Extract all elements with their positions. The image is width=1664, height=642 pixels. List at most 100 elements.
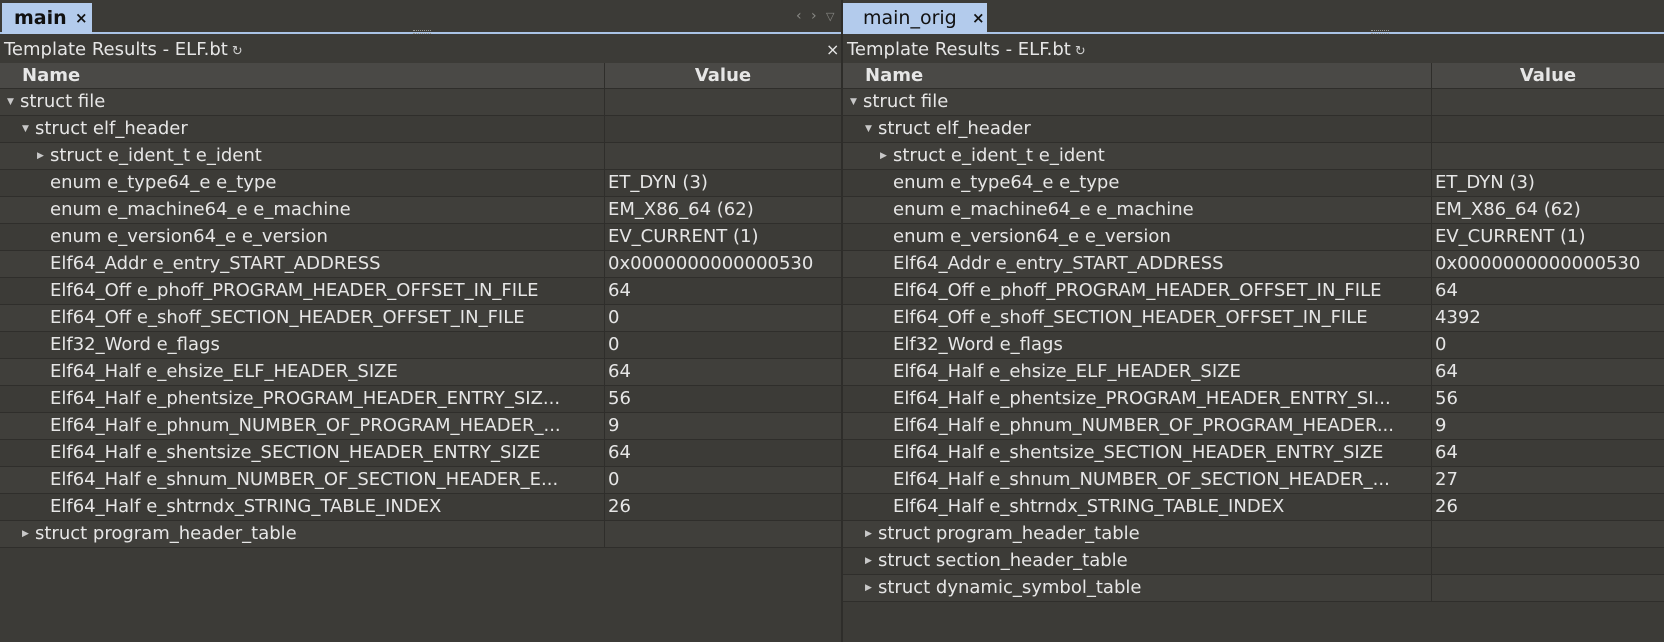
table-row[interactable]: Elf64_Half e_shtrndx_STRING_TABLE_INDEX 2… xyxy=(0,494,841,521)
table-row[interactable]: Elf32_Word e_flags 0 xyxy=(843,332,1664,359)
table-row[interactable]: Elf64_Addr e_entry_START_ADDRESS 0x000000… xyxy=(0,251,841,278)
left-editor-pane: main × ‹ › ▽ Template Results - ELF.bt ↻ … xyxy=(0,0,841,642)
table-row[interactable]: Elf64_Half e_shentsize_SECTION_HEADER_EN… xyxy=(843,440,1664,467)
table-row[interactable]: ▶ struct e_ident_t e_ident xyxy=(0,143,841,170)
expand-arrow-icon[interactable]: ▶ xyxy=(880,143,887,169)
row-name: Elf64_Addr e_entry_START_ADDRESS xyxy=(893,253,1224,274)
table-row[interactable]: ▼ struct file xyxy=(843,89,1664,116)
tab-close-icon[interactable]: × xyxy=(75,3,88,34)
column-divider xyxy=(1431,386,1432,412)
column-divider xyxy=(604,521,605,547)
tab-scroll-left-icon[interactable]: ‹ xyxy=(796,8,802,24)
row-value: EV_CURRENT (1) xyxy=(608,226,759,247)
row-name: Elf64_Half e_shtrndx_STRING_TABLE_INDEX xyxy=(893,496,1285,517)
column-divider xyxy=(604,251,605,277)
table-header: Name Value xyxy=(0,63,841,89)
table-row[interactable]: ▶ struct e_ident_t e_ident xyxy=(843,143,1664,170)
column-divider xyxy=(604,359,605,385)
table-row[interactable]: Elf64_Half e_ehsize_ELF_HEADER_SIZE 64 xyxy=(0,359,841,386)
column-divider xyxy=(604,305,605,331)
table-row[interactable]: Elf64_Half e_shentsize_SECTION_HEADER_EN… xyxy=(0,440,841,467)
collapse-arrow-icon[interactable]: ▼ xyxy=(865,116,872,142)
row-name: Elf64_Half e_phentsize_PROGRAM_HEADER_EN… xyxy=(50,388,561,409)
tab-close-icon[interactable]: × xyxy=(972,3,985,34)
table-row[interactable]: Elf64_Off e_phoff_PROGRAM_HEADER_OFFSET_… xyxy=(0,278,841,305)
expand-arrow-icon[interactable]: ▶ xyxy=(865,575,872,601)
table-row[interactable]: enum e_version64_e e_version EV_CURRENT (… xyxy=(843,224,1664,251)
tab-main-orig[interactable]: main_orig × xyxy=(843,3,987,34)
table-row[interactable]: ▼ struct file xyxy=(0,89,841,116)
row-value: 26 xyxy=(608,496,631,517)
table-row[interactable]: Elf64_Off e_phoff_PROGRAM_HEADER_OFFSET_… xyxy=(843,278,1664,305)
table-row[interactable]: ▶ struct section_header_table xyxy=(843,548,1664,575)
table-row[interactable]: Elf64_Half e_shnum_NUMBER_OF_SECTION_HEA… xyxy=(0,467,841,494)
row-value: 26 xyxy=(1435,496,1458,517)
table-row[interactable]: Elf64_Off e_shoff_SECTION_HEADER_OFFSET_… xyxy=(0,305,841,332)
refresh-icon[interactable]: ↻ xyxy=(1075,44,1086,59)
table-row[interactable]: enum e_type64_e e_type ET_DYN (3) xyxy=(843,170,1664,197)
table-row[interactable]: ▼ struct elf_header xyxy=(0,116,841,143)
expand-arrow-icon[interactable]: ▶ xyxy=(865,548,872,574)
table-row[interactable]: enum e_machine64_e e_machine EM_X86_64 (6… xyxy=(0,197,841,224)
tab-list-dropdown-icon[interactable]: ▽ xyxy=(826,10,834,23)
tab-main[interactable]: main × xyxy=(2,3,92,34)
collapse-arrow-icon[interactable]: ▼ xyxy=(7,89,14,115)
collapse-arrow-icon[interactable]: ▼ xyxy=(850,89,857,115)
row-value: 64 xyxy=(608,361,631,382)
column-header-name[interactable]: Name xyxy=(22,63,80,89)
expand-arrow-icon[interactable]: ▶ xyxy=(22,521,29,547)
column-divider xyxy=(604,224,605,250)
row-value: ET_DYN (3) xyxy=(1435,172,1535,193)
table-row[interactable]: Elf32_Word e_flags 0 xyxy=(0,332,841,359)
row-name: struct elf_header xyxy=(878,118,1031,139)
resize-grip-icon[interactable] xyxy=(1371,30,1389,34)
column-divider xyxy=(604,197,605,223)
table-row[interactable]: Elf64_Half e_shtrndx_STRING_TABLE_INDEX 2… xyxy=(843,494,1664,521)
column-divider xyxy=(604,89,605,115)
column-divider xyxy=(1431,224,1432,250)
table-row[interactable]: ▶ struct program_header_table xyxy=(843,521,1664,548)
expand-arrow-icon[interactable]: ▶ xyxy=(37,143,44,169)
table-row[interactable]: Elf64_Half e_shnum_NUMBER_OF_SECTION_HEA… xyxy=(843,467,1664,494)
row-value: 64 xyxy=(1435,361,1458,382)
collapse-arrow-icon[interactable]: ▼ xyxy=(22,116,29,142)
row-value: 64 xyxy=(608,280,631,301)
table-row[interactable]: Elf64_Half e_phnum_NUMBER_OF_PROGRAM_HEA… xyxy=(0,413,841,440)
refresh-icon[interactable]: ↻ xyxy=(232,44,243,59)
column-divider[interactable] xyxy=(1431,63,1432,88)
table-row[interactable]: ▼ struct elf_header xyxy=(843,116,1664,143)
row-value: 27 xyxy=(1435,469,1458,490)
right-editor-pane: main_orig × Template Results - ELF.bt ↻ N… xyxy=(843,0,1664,642)
column-divider xyxy=(1431,170,1432,196)
table-row[interactable]: ▶ struct dynamic_symbol_table xyxy=(843,575,1664,602)
table-row[interactable]: Elf64_Half e_ehsize_ELF_HEADER_SIZE 64 xyxy=(843,359,1664,386)
column-divider xyxy=(1431,89,1432,115)
row-name: Elf64_Half e_shnum_NUMBER_OF_SECTION_HEA… xyxy=(50,469,559,490)
table-row[interactable]: Elf64_Half e_phnum_NUMBER_OF_PROGRAM_HEA… xyxy=(843,413,1664,440)
table-row[interactable]: enum e_type64_e e_type ET_DYN (3) xyxy=(0,170,841,197)
table-row[interactable]: enum e_version64_e e_version EV_CURRENT (… xyxy=(0,224,841,251)
column-divider xyxy=(1431,116,1432,142)
column-header-value[interactable]: Value xyxy=(605,63,841,89)
column-divider xyxy=(1431,548,1432,574)
resize-grip-icon[interactable] xyxy=(413,30,431,34)
table-row[interactable]: ▶ struct program_header_table xyxy=(0,521,841,548)
row-name: enum e_machine64_e e_machine xyxy=(50,199,351,220)
column-header-value[interactable]: Value xyxy=(1432,63,1664,89)
expand-arrow-icon[interactable]: ▶ xyxy=(865,521,872,547)
table-header: Name Value xyxy=(843,63,1664,89)
column-header-name[interactable]: Name xyxy=(865,63,923,89)
table-row[interactable]: Elf64_Addr e_entry_START_ADDRESS 0x000000… xyxy=(843,251,1664,278)
table-row[interactable]: Elf64_Off e_shoff_SECTION_HEADER_OFFSET_… xyxy=(843,305,1664,332)
row-name: Elf64_Half e_shnum_NUMBER_OF_SECTION_HEA… xyxy=(893,469,1390,490)
tab-scroll-right-icon[interactable]: › xyxy=(811,8,817,24)
column-divider xyxy=(604,116,605,142)
table-row[interactable]: Elf64_Half e_phentsize_PROGRAM_HEADER_EN… xyxy=(843,386,1664,413)
table-row[interactable]: Elf64_Half e_phentsize_PROGRAM_HEADER_EN… xyxy=(0,386,841,413)
panel-close-icon[interactable]: × xyxy=(826,40,839,59)
template-results-table: Name Value ▼ struct file ▼ struct elf_heade… xyxy=(0,63,841,548)
row-name: struct elf_header xyxy=(35,118,188,139)
table-row[interactable]: enum e_machine64_e e_machine EM_X86_64 (6… xyxy=(843,197,1664,224)
row-name: enum e_type64_e e_type xyxy=(50,172,277,193)
column-divider[interactable] xyxy=(604,63,605,88)
